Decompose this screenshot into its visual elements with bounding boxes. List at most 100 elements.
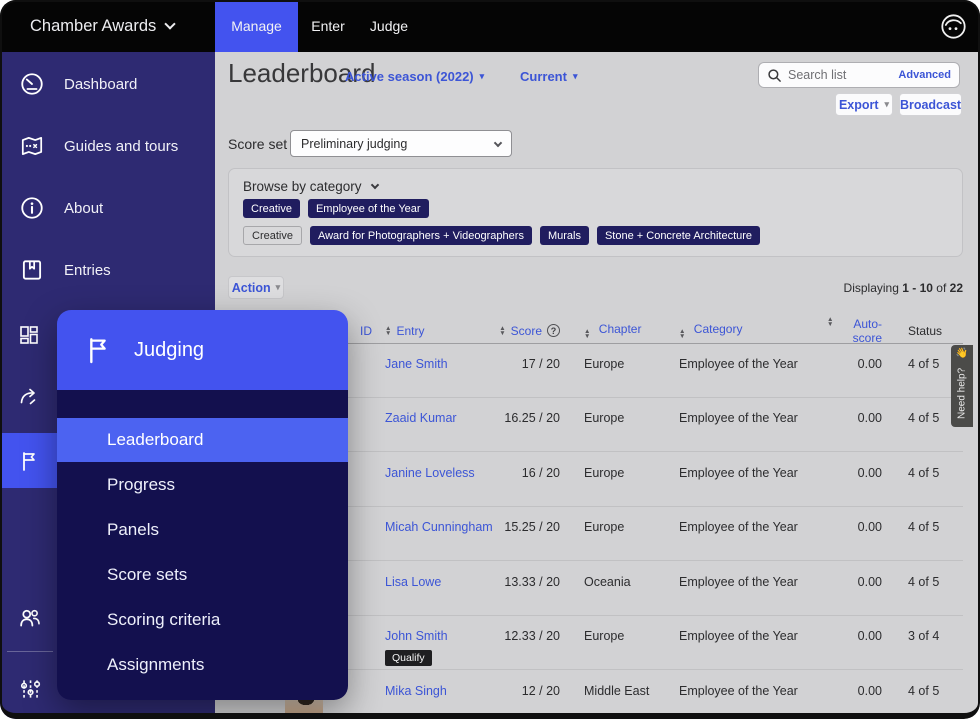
flyout-body: Leaderboard Progress Panels Score sets S… — [57, 390, 348, 700]
displaying-label: Displaying — [844, 281, 899, 295]
score-help-icon[interactable]: ? — [547, 324, 560, 337]
grid-icon[interactable] — [17, 323, 41, 347]
status-cell: 3 of 4 — [908, 629, 958, 643]
score-set-select[interactable]: Preliminary judging — [290, 130, 512, 157]
sidebar-item-dashboard[interactable]: Dashboard — [0, 67, 215, 101]
column-header-auto-score[interactable]: ▲▼ Auto-score — [827, 317, 882, 345]
need-help-tab[interactable]: 👋 Need help? — [951, 345, 973, 427]
category-cell: Employee of the Year — [679, 357, 827, 371]
flyout-item-progress[interactable]: Progress — [57, 462, 348, 507]
season-selector-label: Active season (2022) — [345, 69, 474, 84]
caret-down-icon: ▾ — [276, 283, 281, 292]
view-selector-label: Current — [520, 69, 567, 84]
column-header-category[interactable]: ▲▼ Category — [679, 322, 827, 339]
entry-link[interactable]: Mika Singh — [385, 684, 447, 698]
category-cell: Employee of the Year — [679, 575, 827, 589]
category-tag[interactable]: Murals — [540, 226, 589, 245]
sidebar-item-label: Entries — [64, 262, 111, 279]
category-tag[interactable]: Award for Photographers + Videographers — [310, 226, 532, 245]
flag-icon — [82, 334, 114, 366]
category-tag[interactable]: Stone + Concrete Architecture — [597, 226, 760, 245]
sidebar-item-about[interactable]: About — [0, 191, 215, 225]
tab-enter[interactable]: Enter — [298, 0, 358, 52]
season-selector[interactable]: Active season (2022) ▾ — [345, 69, 484, 84]
auto-score-cell: 0.00 — [827, 575, 882, 589]
top-bar: Chamber Awards Manage Enter Judge — [0, 0, 980, 52]
auto-score-cell: 0.00 — [827, 684, 882, 698]
entry-link[interactable]: Micah Cunningham — [385, 520, 493, 534]
category-cell: Employee of the Year — [679, 466, 827, 480]
flyout-header-judging[interactable]: Judging — [57, 310, 348, 390]
caret-down-icon: ▾ — [480, 72, 485, 81]
account-avatar-icon[interactable] — [940, 13, 967, 40]
map-icon — [19, 133, 45, 159]
broadcast-button[interactable]: Broadcast — [899, 93, 962, 116]
chapter-cell: Middle East — [584, 684, 679, 698]
search-input[interactable] — [788, 68, 892, 82]
broadcast-button-label: Broadcast — [900, 98, 961, 112]
tab-judge[interactable]: Judge — [358, 0, 420, 52]
people-icon[interactable] — [17, 605, 41, 629]
column-header-status: Status — [908, 324, 958, 338]
qualify-badge: Qualify — [385, 650, 432, 666]
chapter-cell: Oceania — [584, 575, 679, 589]
flyout-item-leaderboard[interactable]: Leaderboard — [57, 418, 348, 462]
flag-icon[interactable] — [17, 449, 41, 473]
category-tag-row: Creative Award for Photographers + Video… — [243, 226, 760, 245]
tab-manage[interactable]: Manage — [215, 0, 298, 52]
column-header-id[interactable]: ID — [360, 324, 385, 338]
category-tag[interactable]: Creative — [243, 226, 302, 245]
auto-score-cell: 0.00 — [827, 411, 882, 425]
chevron-down-icon — [370, 181, 378, 189]
brand-switcher[interactable]: Chamber Awards — [30, 0, 174, 52]
category-tag[interactable]: Creative — [243, 199, 300, 218]
app-window: Chamber Awards Manage Enter Judge Dashbo… — [0, 0, 980, 719]
dashboard-gauge-icon — [19, 71, 45, 97]
advanced-search-link[interactable]: Advanced — [898, 69, 951, 81]
export-button[interactable]: Export ▾ — [835, 93, 893, 116]
wave-icon: 👋 — [951, 348, 973, 359]
score-set-label: Score set — [228, 136, 287, 152]
status-cell: 4 of 5 — [908, 684, 958, 698]
caret-down-icon: ▾ — [573, 72, 578, 81]
column-header-chapter[interactable]: ▲▼ Chapter — [584, 322, 679, 339]
displaying-of: of — [936, 281, 946, 295]
score-cell: 13.33 / 20 — [495, 575, 560, 589]
need-help-label: Need help? — [951, 363, 973, 423]
flyout-item-scoring-criteria[interactable]: Scoring criteria — [57, 597, 348, 642]
category-cell: Employee of the Year — [679, 629, 827, 643]
score-cell: 16.25 / 20 — [495, 411, 560, 425]
column-header-score[interactable]: ▲▼ Score ? — [495, 324, 560, 338]
sliders-icon[interactable] — [17, 676, 41, 700]
tab-manage-label: Manage — [231, 18, 282, 34]
entry-link[interactable]: Jane Smith — [385, 357, 448, 371]
flyout-item-panels[interactable]: Panels — [57, 507, 348, 552]
entry-link[interactable]: John Smith — [385, 629, 448, 643]
flyout-item-score-sets[interactable]: Score sets — [57, 552, 348, 597]
redirect-arrow-icon[interactable] — [17, 385, 41, 409]
entry-link[interactable]: Zaaid Kumar — [385, 411, 457, 425]
browse-by-category-label: Browse by category — [243, 179, 362, 194]
score-cell: 17 / 20 — [495, 357, 560, 371]
score-cell: 12 / 20 — [495, 684, 560, 698]
displaying-total: 22 — [950, 281, 963, 295]
sort-icon: ▲▼ — [679, 329, 685, 339]
chevron-down-icon — [494, 138, 502, 146]
entry-link[interactable]: Janine Loveless — [385, 466, 475, 480]
search-box: Advanced — [758, 62, 960, 88]
chapter-cell: Europe — [584, 520, 679, 534]
status-cell: 4 of 5 — [908, 466, 958, 480]
flyout-item-assignments[interactable]: Assignments — [57, 642, 348, 687]
score-set-value: Preliminary judging — [301, 137, 407, 151]
category-tag[interactable]: Employee of the Year — [308, 199, 429, 218]
sidebar-item-guides[interactable]: Guides and tours — [0, 129, 215, 163]
entry-link[interactable]: Lisa Lowe — [385, 575, 441, 589]
action-button[interactable]: Action ▾ — [228, 276, 284, 299]
sidebar-item-entries[interactable]: Entries — [0, 253, 215, 287]
browse-by-category-toggle[interactable]: Browse by category — [243, 179, 378, 194]
sidebar-divider — [7, 651, 53, 652]
view-selector[interactable]: Current ▾ — [520, 69, 577, 84]
export-button-label: Export — [839, 98, 879, 112]
column-header-entry[interactable]: ▲▼ Entry — [385, 324, 495, 338]
displaying-count: Displaying 1 - 10 of 22 — [844, 281, 963, 295]
